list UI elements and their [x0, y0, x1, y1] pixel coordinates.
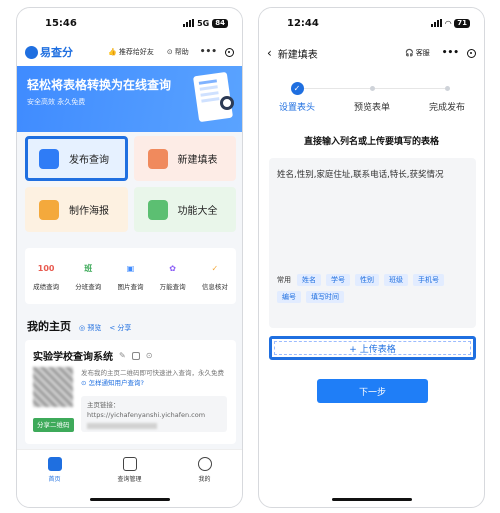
section-title: 我的主页	[27, 320, 71, 333]
wifi-icon: ◠	[445, 18, 452, 28]
customer-service-button[interactable]: 🎧 客服	[405, 48, 430, 58]
picture-icon: ▣	[126, 264, 135, 273]
upload-table-button[interactable]: + 上传表格	[269, 336, 476, 360]
link-label: 主页链接：	[87, 401, 120, 409]
chip-phone[interactable]: 手机号	[413, 274, 444, 286]
card-title: 实验学校查询系统	[33, 352, 113, 363]
chip-class[interactable]: 班级	[384, 274, 408, 286]
user-icon	[197, 457, 212, 471]
common-fields: 常用 姓名 学号 性别 班级 手机号 编号 填写时间	[277, 274, 469, 303]
more-icon[interactable]: •••	[200, 47, 217, 57]
home-indicator	[89, 498, 170, 501]
qr-code	[33, 367, 73, 407]
step-set-header: ✓ 设置表头	[278, 82, 315, 113]
step-preview-form: 预览表单	[342, 82, 402, 113]
home-icon	[47, 457, 62, 471]
home-indicator	[331, 498, 412, 501]
nav-bar: ‹ 新建填表 🎧 客服 •••	[259, 38, 484, 68]
next-button[interactable]: 下一步	[317, 379, 428, 403]
toggle-icon[interactable]: ⊙	[146, 351, 153, 360]
logo-icon	[25, 45, 38, 59]
chip-fill-time[interactable]: 填写时间	[306, 291, 344, 303]
grid-icon	[147, 199, 168, 220]
status-time: 12:44	[287, 17, 319, 29]
network-label: 5G	[197, 18, 210, 28]
instruction-text: 直接输入列名或上传要填写的表格	[303, 137, 439, 147]
score-icon: 100	[37, 264, 55, 273]
all-features-tile[interactable]: 功能大全	[133, 187, 236, 232]
card-description: 发布我的主页二维码即可快速进入查询，永久免费	[81, 369, 224, 377]
chip-student-id[interactable]: 学号	[326, 274, 350, 286]
chip-gender[interactable]: 性别	[355, 274, 379, 286]
share-qr-button[interactable]: 分享二维码	[33, 418, 74, 432]
class-icon: 班	[84, 264, 93, 273]
link-url: https://yichafenyanshi.yichafen.com	[87, 411, 206, 419]
app-header: 易查分 👍 推荐给好友 ⊙ 帮助 •••	[17, 38, 242, 66]
help-button[interactable]: ⊙ 帮助	[167, 47, 189, 57]
chip-name[interactable]: 姓名	[297, 274, 321, 286]
share-link[interactable]: < 分享	[109, 323, 131, 333]
tab-home[interactable]: 首页	[30, 457, 80, 507]
chip-number[interactable]: 编号	[277, 291, 301, 303]
mini-program-capsule: •••	[442, 48, 476, 58]
make-poster-tile[interactable]: 制作海报	[25, 187, 128, 232]
class-query-item[interactable]: 班 分班查询	[75, 262, 101, 291]
app-logo: 易查分	[25, 44, 73, 60]
step-indicator: ✓ 设置表头 预览表单 完成发布	[259, 76, 484, 126]
step-publish: 完成发布	[417, 82, 477, 113]
close-icon[interactable]	[467, 48, 476, 58]
magnifier-icon	[220, 96, 234, 110]
battery-icon: 84	[212, 18, 228, 28]
back-icon[interactable]: ‹	[267, 46, 272, 60]
homepage-card: 实验学校查询系统 ✎ ⊙ 发布我的主页二维码即可快速进入查询，永久免费 ⊙ 怎样…	[25, 340, 236, 444]
phone-right: 12:44 ◠ 71 ‹ 新建填表 🎧 客服 ••• ✓ 设置表头 预览表单 完…	[258, 7, 485, 508]
signal-icon	[183, 19, 195, 27]
status-bar: 15:46 5G 84	[17, 8, 242, 38]
battery-icon: 71	[454, 18, 470, 28]
image-icon	[39, 199, 59, 220]
thumbs-up-icon: 👍	[108, 48, 117, 56]
close-icon[interactable]	[225, 47, 234, 57]
edit-icon[interactable]: ✎	[119, 351, 126, 360]
mini-program-capsule: •••	[200, 47, 234, 57]
flower-icon: ✿	[169, 264, 176, 273]
help-icon: ⊙	[166, 48, 173, 56]
status-bar: 12:44 ◠ 71	[259, 8, 484, 38]
score-query-item[interactable]: 100 成绩查询	[33, 262, 59, 291]
how-to-notify-link[interactable]: ⊙ 怎样通知用户查询?	[81, 379, 144, 387]
preview-link[interactable]: ◎ 预览	[79, 323, 101, 333]
universal-query-item[interactable]: ✿ 万能查询	[160, 262, 186, 291]
info-check-item[interactable]: ✓ 信息核对	[202, 262, 228, 291]
homepage-link-box[interactable]: 主页链接： https://yichafenyanshi.yichafen.co…	[81, 396, 227, 432]
promo-banner[interactable]: 轻松将表格转换为在线查询 安全高效 永久免费	[17, 66, 242, 132]
new-form-tile[interactable]: 新建填表	[133, 136, 236, 181]
check-icon: ✓	[290, 82, 304, 95]
check-icon: ✓	[211, 264, 219, 273]
phone-left: 15:46 5G 84 易查分 👍 推荐给好友 ⊙ 帮助 ••• 轻松将表格转换…	[16, 7, 243, 508]
recommend-button[interactable]: 👍 推荐给好友	[108, 47, 154, 57]
image-query-item[interactable]: ▣ 图片查询	[117, 262, 143, 291]
signal-icon	[431, 19, 443, 27]
main-action-grid: 发布查询 新建填表 制作海报 功能大全	[25, 136, 236, 232]
tab-mine[interactable]: 我的	[180, 457, 230, 507]
manage-icon	[122, 457, 137, 471]
headset-icon: 🎧	[405, 49, 414, 57]
my-homepage-header: 我的主页 ◎ 预览 < 分享	[27, 318, 131, 334]
bottom-tab-bar: 首页 查询管理 我的	[17, 449, 242, 507]
status-time: 15:46	[45, 17, 77, 29]
search-doc-icon	[39, 148, 59, 169]
more-icon[interactable]: •••	[442, 48, 459, 58]
textarea-value: 姓名,性别,家庭住址,联系电话,特长,获奖情况	[277, 170, 444, 180]
quick-query-row: 100 成绩查询 班 分班查询 ▣ 图片查询 ✿ 万能查询 ✓ 信息核对	[25, 248, 236, 304]
page-title: 新建填表	[277, 49, 318, 61]
publish-query-tile[interactable]: 发布查询	[25, 136, 128, 181]
column-names-textarea[interactable]: 姓名,性别,家庭住址,联系电话,特长,获奖情况 常用 姓名 学号 性别 班级 手…	[269, 158, 476, 328]
common-label: 常用	[277, 276, 291, 284]
form-icon	[147, 148, 168, 169]
mail-icon[interactable]	[131, 351, 140, 360]
